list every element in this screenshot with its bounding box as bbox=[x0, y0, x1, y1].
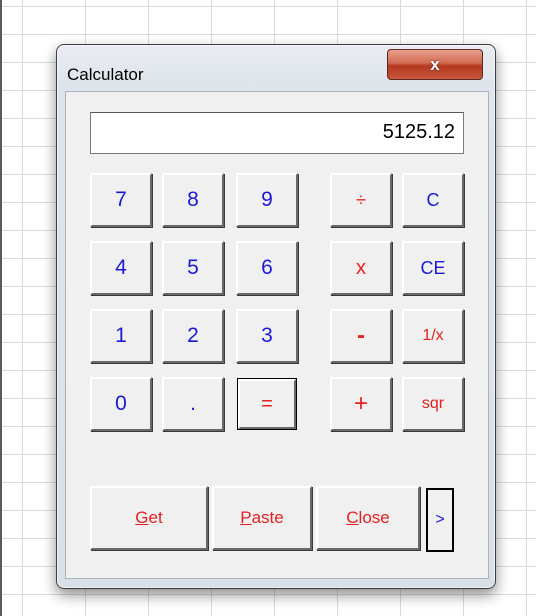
window-close-button[interactable]: x bbox=[387, 49, 483, 80]
key-7[interactable]: 7 bbox=[90, 173, 152, 227]
calculator-body: 5125.12 7 8 9 4 5 6 1 2 3 0 . = ÷ x - + … bbox=[65, 91, 489, 579]
key-reciprocal[interactable]: 1/x bbox=[402, 309, 464, 363]
key-4[interactable]: 4 bbox=[90, 241, 152, 295]
key-clear-entry[interactable]: CE bbox=[402, 241, 464, 295]
paste-button[interactable]: Paste bbox=[212, 486, 312, 550]
key-9[interactable]: 9 bbox=[236, 173, 298, 227]
more-button[interactable]: > bbox=[426, 488, 454, 552]
key-clear[interactable]: C bbox=[402, 173, 464, 227]
key-add[interactable]: + bbox=[330, 377, 392, 431]
key-divide[interactable]: ÷ bbox=[330, 173, 392, 227]
close-button-label: Close bbox=[346, 508, 390, 527]
key-5[interactable]: 5 bbox=[162, 241, 224, 295]
spreadsheet-edge bbox=[0, 0, 2, 616]
key-equals[interactable]: = bbox=[237, 378, 297, 430]
window-title: Calculator bbox=[67, 65, 144, 84]
key-subtract[interactable]: - bbox=[330, 309, 392, 363]
key-0[interactable]: 0 bbox=[90, 377, 152, 431]
paste-button-label: Paste bbox=[240, 508, 284, 527]
display-field: 5125.12 bbox=[90, 112, 464, 154]
key-square-root[interactable]: sqr bbox=[402, 377, 464, 431]
close-button[interactable]: Close bbox=[316, 486, 420, 550]
key-8[interactable]: 8 bbox=[162, 173, 224, 227]
get-button-label: Get bbox=[135, 508, 163, 527]
key-6[interactable]: 6 bbox=[236, 241, 298, 295]
key-decimal[interactable]: . bbox=[162, 377, 224, 431]
key-2[interactable]: 2 bbox=[162, 309, 224, 363]
key-multiply[interactable]: x bbox=[330, 241, 392, 295]
get-button[interactable]: Get bbox=[90, 486, 208, 550]
calculator-window: Calculator x 5125.12 7 8 9 4 5 6 1 2 3 0… bbox=[56, 44, 496, 589]
key-3[interactable]: 3 bbox=[236, 309, 298, 363]
key-1[interactable]: 1 bbox=[90, 309, 152, 363]
